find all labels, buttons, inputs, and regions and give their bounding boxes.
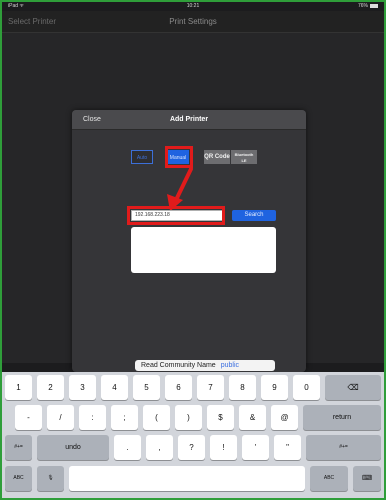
le-label: LE [241, 158, 247, 163]
manual-highlight-box [165, 146, 193, 168]
read-community-row[interactable]: Read Community Name public [135, 360, 275, 371]
key-0[interactable]: 0 [293, 375, 320, 400]
key-dollar[interactable]: $ [207, 405, 234, 430]
microphone-icon[interactable]: 🎙 [37, 466, 64, 491]
key-open-paren[interactable]: ( [143, 405, 170, 430]
symbols-key-left[interactable]: #+= [5, 435, 32, 460]
key-ampersand[interactable]: & [239, 405, 266, 430]
keyboard-hide-icon[interactable]: ⌨ [353, 466, 381, 491]
community-value: public [220, 362, 239, 369]
key-8[interactable]: 8 [229, 375, 256, 400]
qr-code-tab[interactable]: QR Code [204, 150, 230, 164]
key-slash[interactable]: / [47, 405, 74, 430]
pointer-arrow-icon [167, 167, 193, 211]
key-dash[interactable]: - [15, 405, 42, 430]
page-title: Print Settings [169, 17, 217, 26]
dialog-header: Close Add Printer [72, 110, 306, 130]
key-colon[interactable]: : [79, 405, 106, 430]
dialog-title: Add Printer [169, 116, 209, 123]
battery-icon [370, 3, 378, 8]
undo-key[interactable]: undo [37, 435, 109, 460]
screenshot-frame: iPad ᯤ 10:21 76% Select Printer Print Se… [0, 0, 386, 500]
return-key[interactable]: return [303, 405, 381, 430]
key-9[interactable]: 9 [261, 375, 288, 400]
battery-percent: 76% [357, 3, 368, 9]
bluetooth-le-tab[interactable]: Bluetooth LE [231, 150, 257, 164]
abc-key-left[interactable]: ABC [5, 466, 32, 491]
battery-indicator: 76% [358, 3, 378, 9]
add-printer-dialog: Close Add Printer Auto Manual QR Code Bl… [72, 110, 306, 372]
key-question[interactable]: ? [178, 435, 205, 460]
symbols-key-right[interactable]: #+= [306, 435, 381, 460]
clock: 10:21 [186, 3, 200, 9]
key-3[interactable]: 3 [69, 375, 96, 400]
space-bar[interactable] [69, 466, 305, 491]
key-6[interactable]: 6 [165, 375, 192, 400]
key-comma[interactable]: , [146, 435, 173, 460]
key-exclamation[interactable]: ! [210, 435, 237, 460]
auto-tab[interactable]: Auto [131, 150, 153, 164]
key-2[interactable]: 2 [37, 375, 64, 400]
search-button[interactable]: Search [232, 210, 276, 221]
key-apostrophe[interactable]: ' [242, 435, 269, 460]
key-1[interactable]: 1 [5, 375, 32, 400]
key-close-paren[interactable]: ) [175, 405, 202, 430]
nav-bar: Select Printer Print Settings [2, 11, 384, 33]
backspace-key[interactable]: ⌫ [325, 375, 381, 400]
community-label: Read Community Name [141, 362, 216, 369]
key-5[interactable]: 5 [133, 375, 160, 400]
key-quote[interactable]: " [274, 435, 301, 460]
abc-key-right[interactable]: ABC [310, 466, 348, 491]
key-semicolon[interactable]: ; [111, 405, 138, 430]
key-at[interactable]: @ [271, 405, 298, 430]
search-results-list[interactable] [131, 227, 276, 273]
key-period[interactable]: . [114, 435, 141, 460]
key-4[interactable]: 4 [101, 375, 128, 400]
ip-input-highlight-box [127, 206, 225, 225]
status-bar: iPad ᯤ 10:21 76% [2, 2, 384, 11]
key-7[interactable]: 7 [197, 375, 224, 400]
on-screen-keyboard: 1 2 3 4 5 6 7 8 9 0 ⌫ - / : ; ( ) $ & @ … [2, 372, 384, 498]
